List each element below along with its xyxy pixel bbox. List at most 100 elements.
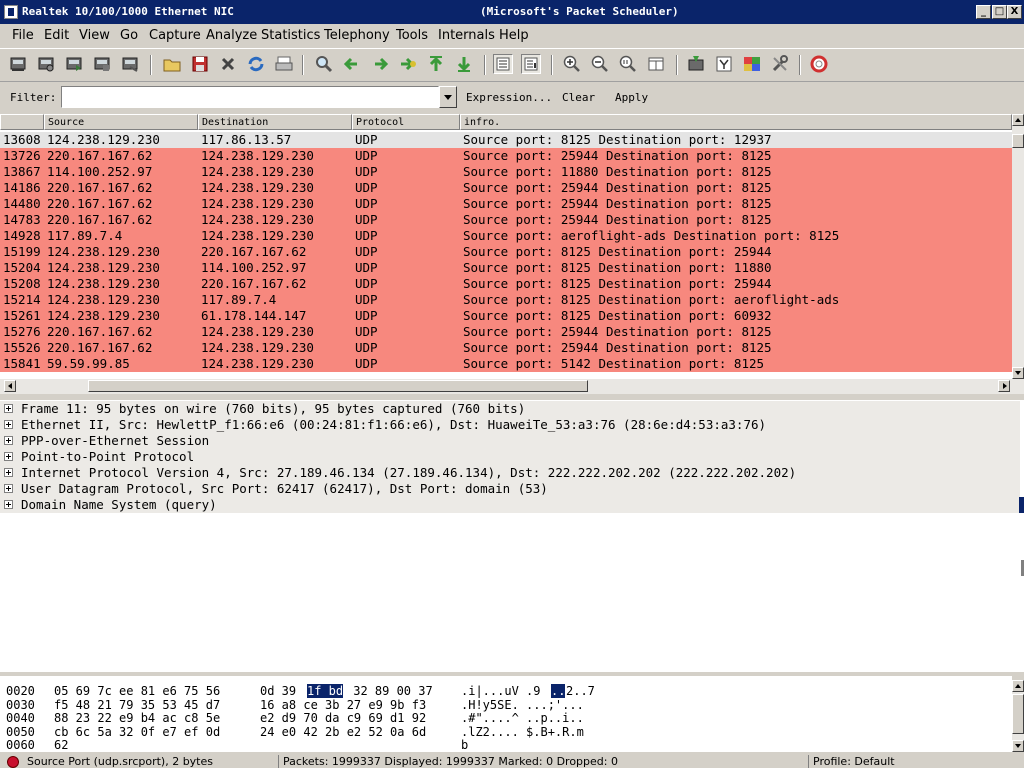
- zoom-out-icon[interactable]: [590, 54, 610, 74]
- detail-row-pppoe[interactable]: PPP-over-Ethernet Session: [0, 433, 1020, 449]
- coloring-rules-icon[interactable]: [742, 54, 762, 74]
- scroll-thumb[interactable]: [1012, 134, 1024, 148]
- packet-row[interactable]: 14480 220.167.167.62 124.238.129.230 UDP Sou…: [0, 196, 1012, 212]
- help-icon[interactable]: [809, 54, 829, 74]
- capture-options-icon[interactable]: [36, 54, 56, 74]
- packet-row[interactable]: 15841 59.59.99.85 124.238.129.230 UDP Source…: [0, 356, 1012, 372]
- detail-row-dns[interactable]: Domain Name System (query): [0, 497, 1020, 513]
- status-profile[interactable]: Profile: Default: [808, 755, 1024, 768]
- filter-input[interactable]: [61, 86, 439, 108]
- start-capture-icon[interactable]: [64, 54, 84, 74]
- first-packet-icon[interactable]: [426, 54, 446, 74]
- menu-internals[interactable]: Internals: [438, 28, 495, 43]
- packet-row[interactable]: 15208 124.238.129.230 220.167.167.62 UDP Sou…: [0, 276, 1012, 292]
- packet-list-horizontal-scrollbar[interactable]: [0, 379, 1024, 394]
- expand-icon[interactable]: [4, 420, 13, 429]
- expert-info-icon[interactable]: [7, 756, 19, 768]
- detail-row-frame[interactable]: Frame 11: 95 bytes on wire (760 bits), 9…: [0, 401, 1020, 417]
- expand-icon[interactable]: [4, 468, 13, 477]
- cell-info: Source port: aeroflight-ads Destination …: [463, 228, 840, 243]
- packet-bytes-pane[interactable]: 0020 05 69 7c ee 81 e6 75 56 0d 39 1f bd 3…: [0, 676, 1012, 752]
- close-button[interactable]: X: [1007, 5, 1022, 19]
- menu-capture[interactable]: Capture: [149, 28, 201, 43]
- minimize-button[interactable]: _: [976, 5, 991, 19]
- detail-row-ipv4[interactable]: Internet Protocol Version 4, Src: 27.189…: [0, 465, 1020, 481]
- menu-statistics[interactable]: Statistics: [261, 28, 320, 43]
- expression-button[interactable]: Expression...: [466, 91, 552, 104]
- column-header-destination[interactable]: Destination: [198, 114, 352, 130]
- filter-dropdown-icon[interactable]: [439, 86, 457, 108]
- menu-edit[interactable]: Edit: [44, 28, 69, 43]
- column-header-info[interactable]: infro.: [460, 114, 1012, 130]
- menu-tools[interactable]: Tools: [396, 28, 428, 43]
- display-filters-icon[interactable]: [714, 54, 734, 74]
- packet-row[interactable]: 15261 124.238.129.230 61.178.144.147 UDP Sou…: [0, 308, 1012, 324]
- normal-size-icon[interactable]: [618, 54, 638, 74]
- find-packet-icon[interactable]: [314, 54, 334, 74]
- menu-analyze[interactable]: Analyze: [206, 28, 257, 43]
- close-file-icon[interactable]: [218, 54, 238, 74]
- expand-icon[interactable]: [4, 404, 13, 413]
- packet-details-pane[interactable]: Frame 11: 95 bytes on wire (760 bits), 9…: [0, 400, 1024, 672]
- scroll-up-icon[interactable]: [1012, 680, 1024, 692]
- column-header-source[interactable]: Source: [44, 114, 198, 130]
- resize-columns-icon[interactable]: [646, 54, 666, 74]
- packet-row[interactable]: 15526 220.167.167.62 124.238.129.230 UDP Sou…: [0, 340, 1012, 356]
- capture-filters-icon[interactable]: [686, 54, 706, 74]
- go-back-icon[interactable]: [342, 54, 362, 74]
- clear-button[interactable]: Clear: [562, 91, 595, 104]
- menu-telephony[interactable]: Telephony: [324, 28, 390, 43]
- column-header-protocol[interactable]: Protocol: [352, 114, 460, 130]
- go-to-packet-icon[interactable]: [398, 54, 418, 74]
- apply-button[interactable]: Apply: [615, 91, 648, 104]
- expand-icon[interactable]: [4, 484, 13, 493]
- packet-row[interactable]: 13867 114.100.252.97 124.238.129.230 UDP Sou…: [0, 164, 1012, 180]
- print-icon[interactable]: [274, 54, 294, 74]
- cell-info: Source port: 8125 Destination port: aero…: [463, 292, 840, 307]
- auto-scroll-icon[interactable]: [521, 54, 541, 74]
- column-header-no[interactable]: [0, 114, 44, 130]
- expand-icon[interactable]: [4, 452, 13, 461]
- packet-row[interactable]: 14186 220.167.167.62 124.238.129.230 UDP Sou…: [0, 180, 1012, 196]
- menu-file[interactable]: File: [12, 28, 34, 43]
- last-packet-icon[interactable]: [454, 54, 474, 74]
- menu-go[interactable]: Go: [120, 28, 138, 43]
- scroll-down-icon[interactable]: [1012, 367, 1024, 379]
- scroll-up-icon[interactable]: [1012, 114, 1024, 126]
- scroll-thumb[interactable]: [1012, 694, 1024, 734]
- reload-icon[interactable]: [246, 54, 266, 74]
- zoom-in-icon[interactable]: [562, 54, 582, 74]
- open-file-icon[interactable]: [162, 54, 182, 74]
- packet-list[interactable]: Source Destination Protocol infro. 13608…: [0, 114, 1024, 394]
- expand-icon[interactable]: [4, 436, 13, 445]
- packet-row[interactable]: 15276 220.167.167.62 124.238.129.230 UDP Sou…: [0, 324, 1012, 340]
- restart-capture-icon[interactable]: [120, 54, 140, 74]
- packet-row[interactable]: 15199 124.238.129.230 220.167.167.62 UDP Sou…: [0, 244, 1012, 260]
- preferences-icon[interactable]: [770, 54, 790, 74]
- packet-row[interactable]: 14783 220.167.167.62 124.238.129.230 UDP Sou…: [0, 212, 1012, 228]
- packet-row[interactable]: 15214 124.238.129.230 117.89.7.4 UDP Source …: [0, 292, 1012, 308]
- horizontal-scroll-thumb[interactable]: [88, 380, 588, 392]
- go-forward-icon[interactable]: [370, 54, 390, 74]
- scroll-left-icon[interactable]: [4, 380, 16, 392]
- hex-bytes-b2: 32 89 00 37: [346, 684, 433, 698]
- menu-view[interactable]: View: [79, 28, 110, 43]
- detail-row-ppp[interactable]: Point-to-Point Protocol: [0, 449, 1020, 465]
- interfaces-icon[interactable]: [8, 54, 28, 74]
- expand-icon[interactable]: [4, 500, 13, 509]
- detail-row-ethernet[interactable]: Ethernet II, Src: HewlettP_f1:66:e6 (00:…: [0, 417, 1020, 433]
- detail-row-udp[interactable]: User Datagram Protocol, Src Port: 62417 …: [0, 481, 1020, 497]
- menu-help[interactable]: Help: [499, 28, 529, 43]
- packet-row[interactable]: 14928 117.89.7.4 124.238.129.230 UDP Source …: [0, 228, 1012, 244]
- scroll-down-icon[interactable]: [1012, 740, 1024, 752]
- stop-capture-icon[interactable]: [92, 54, 112, 74]
- packet-row[interactable]: 13726 220.167.167.62 124.238.129.230 UDP Sou…: [0, 148, 1012, 164]
- bytes-vertical-scrollbar[interactable]: [1012, 680, 1024, 752]
- packet-list-vertical-scrollbar[interactable]: [1012, 114, 1024, 379]
- scroll-right-icon[interactable]: [998, 380, 1010, 392]
- save-file-icon[interactable]: [190, 54, 210, 74]
- packet-row[interactable]: 15204 124.238.129.230 114.100.252.97 UDP Sou…: [0, 260, 1012, 276]
- packet-row[interactable]: 13608 124.238.129.230 117.86.13.57 UDP Sourc…: [0, 132, 1012, 148]
- colorize-list-icon[interactable]: [493, 54, 513, 74]
- maximize-button[interactable]: □: [992, 5, 1007, 19]
